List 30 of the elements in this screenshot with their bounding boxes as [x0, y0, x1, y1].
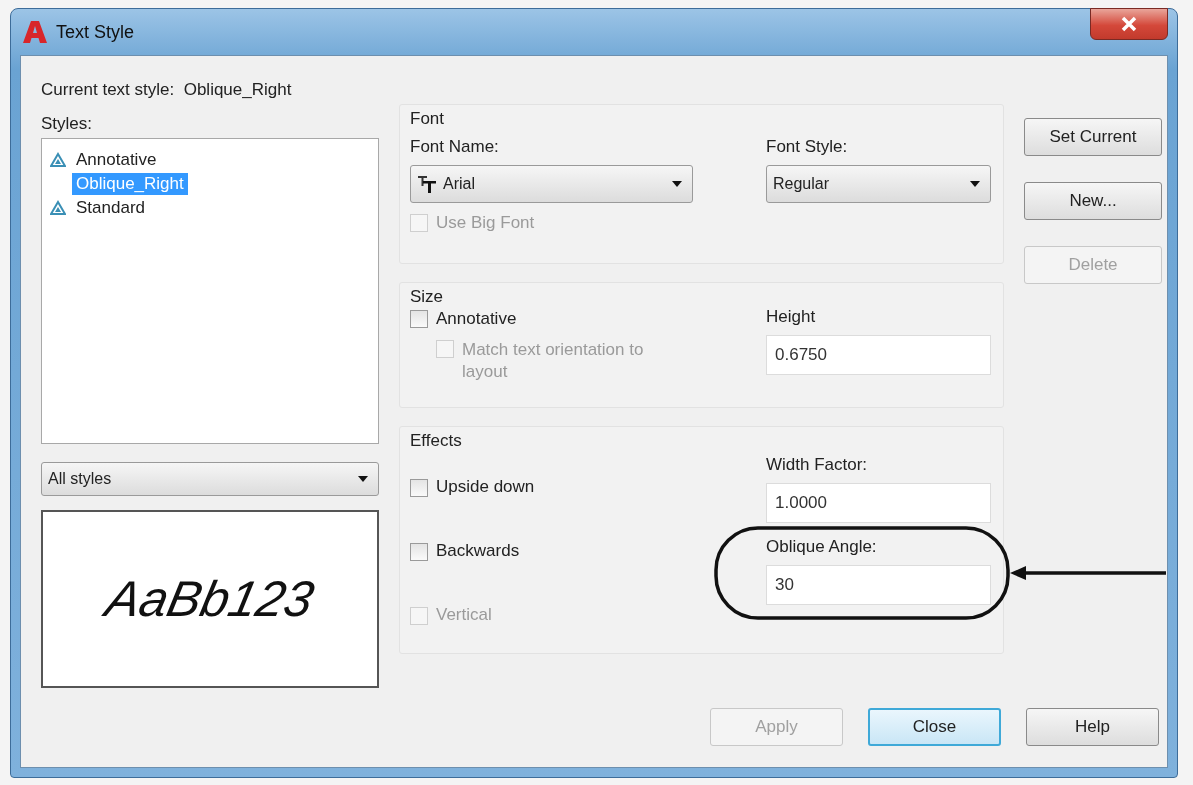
checkbox-label: Backwards: [436, 541, 520, 561]
field-label: Width Factor:: [766, 455, 869, 475]
height-field[interactable]: 0.6750: [766, 335, 991, 375]
checkbox-label: Annotative: [436, 309, 517, 329]
group-title: Effects: [410, 431, 462, 451]
dialog-button[interactable]: New...: [1024, 182, 1162, 220]
style-list-item[interactable]: Annotative: [72, 149, 161, 171]
font-name-dropdown[interactable]: Arial: [410, 165, 693, 203]
field-label: Oblique Angle:: [766, 537, 878, 557]
style-list-item[interactable]: Standard: [72, 197, 149, 219]
style-filter-dropdown[interactable]: All styles: [41, 462, 379, 496]
current-style-text: Current text style: Oblique_Right: [41, 80, 292, 99]
preview-text: AaBb123: [100, 570, 320, 628]
field-label: Height: [766, 307, 817, 327]
group-title: Size: [410, 287, 444, 307]
font-style-dropdown[interactable]: Regular: [766, 165, 991, 203]
dialog-button[interactable]: Help: [1026, 708, 1159, 746]
width-factor-field[interactable]: 1.0000: [766, 483, 991, 523]
window-title: Text Style: [56, 21, 135, 43]
field-label: Font Name:: [410, 137, 500, 157]
checkbox-label: Use Big Font: [436, 213, 535, 233]
group-title: Font: [410, 109, 445, 129]
field-label: Font Style:: [766, 137, 849, 157]
dialog-button[interactable]: Close: [868, 708, 1001, 746]
checkbox-label: Match text orientation to layout: [462, 339, 645, 383]
checkbox-label: Vertical: [436, 605, 492, 625]
dialog-button[interactable]: Set Current: [1024, 118, 1162, 156]
oblique-angle-field[interactable]: 30: [766, 565, 991, 605]
checkbox-label: Upside down: [436, 477, 535, 497]
styles-label: Styles:: [41, 114, 93, 133]
